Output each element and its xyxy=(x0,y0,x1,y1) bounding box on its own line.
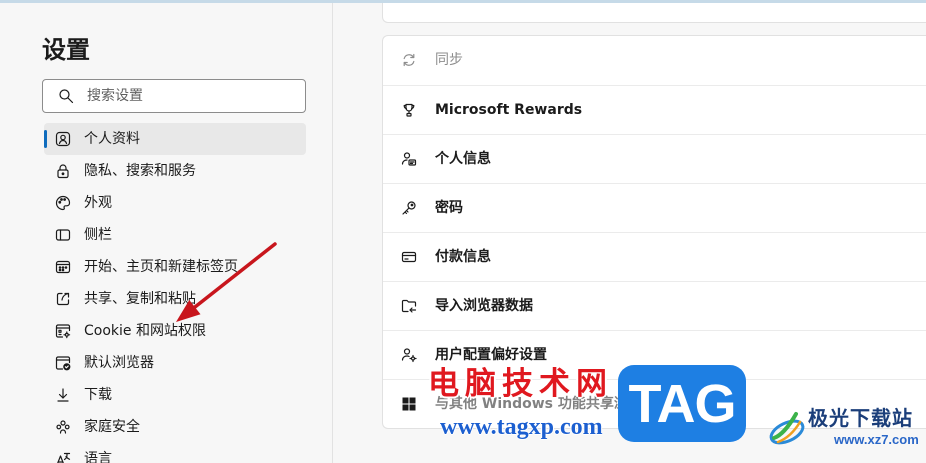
key-icon xyxy=(402,201,416,215)
start-page-icon xyxy=(55,260,71,274)
nav-item-label: 家庭安全 xyxy=(84,419,140,435)
tag-logo-text: TAG xyxy=(628,373,737,434)
nav-item-label: 下载 xyxy=(84,387,112,403)
site-permissions-icon xyxy=(55,324,71,339)
settings-row-label: Microsoft Rewards xyxy=(435,102,583,118)
nav-item-privacy[interactable]: 隐私、搜索和服务 xyxy=(44,155,306,187)
settings-row-label: 付款信息 xyxy=(435,249,491,265)
personal-info-icon xyxy=(401,152,417,166)
aurora-logo-icon xyxy=(769,412,805,445)
download-icon xyxy=(57,388,69,402)
settings-sidebar: 设置 个人资料 隐私、搜索和服务 外观 xyxy=(0,0,333,463)
nav-item-family-safety[interactable]: 家庭安全 xyxy=(44,411,306,443)
windows-icon xyxy=(402,397,416,411)
nav-item-label: 个人资料 xyxy=(84,131,140,147)
settings-row-label: 密码 xyxy=(435,200,463,216)
family-icon xyxy=(56,420,70,434)
settings-row-import-data[interactable]: 导入浏览器数据 xyxy=(383,281,926,330)
settings-row-personal-info[interactable]: 个人信息 xyxy=(383,134,926,183)
settings-row-passwords[interactable]: 密码 xyxy=(383,183,926,232)
nav-item-profiles[interactable]: 个人资料 xyxy=(44,123,306,155)
sync-icon xyxy=(403,53,415,67)
nav-item-label: 默认浏览器 xyxy=(84,355,154,371)
payment-card-icon xyxy=(401,251,417,263)
nav-item-label: 共享、复制和粘贴 xyxy=(84,291,196,307)
nav-item-share-copy-paste[interactable]: 共享、复制和粘贴 xyxy=(44,283,306,315)
search-box[interactable] xyxy=(42,79,306,113)
nav-item-downloads[interactable]: 下载 xyxy=(44,379,306,411)
nav-item-label: Cookie 和网站权限 xyxy=(84,323,206,339)
share-icon xyxy=(56,292,70,306)
watermark-tag-logo: TAG xyxy=(618,365,746,442)
selected-indicator xyxy=(44,130,47,148)
default-browser-icon xyxy=(55,356,71,371)
settings-nav: 个人资料 隐私、搜索和服务 外观 侧栏 开始、主页和新建标签页 共享、复制和粘贴… xyxy=(44,123,306,463)
settings-row-label: 导入浏览器数据 xyxy=(435,298,533,314)
watermark-download-site-name: 极光下载站 xyxy=(808,406,913,430)
watermark-site-name: 电脑技术网 xyxy=(428,366,613,402)
page-title: 设置 xyxy=(42,36,90,64)
settings-row-label: 同步 xyxy=(435,52,463,68)
settings-row-payment-info[interactable]: 付款信息 xyxy=(383,232,926,281)
sidebar-panel-icon xyxy=(55,229,71,241)
profile-preferences-icon xyxy=(401,348,417,363)
import-folder-icon xyxy=(401,299,417,313)
palette-icon xyxy=(55,195,71,211)
nav-item-label: 语言 xyxy=(84,451,112,463)
nav-item-languages[interactable]: 语言 xyxy=(44,443,306,463)
language-icon xyxy=(57,452,71,463)
search-input[interactable] xyxy=(87,80,297,112)
nav-item-default-browser[interactable]: 默认浏览器 xyxy=(44,347,306,379)
nav-item-cookies-permissions[interactable]: Cookie 和网站权限 xyxy=(44,315,306,347)
watermark-site-url: www.tagxp.com xyxy=(440,414,603,440)
nav-item-label: 隐私、搜索和服务 xyxy=(84,163,196,179)
nav-item-label: 外观 xyxy=(84,195,112,211)
window-top-strip xyxy=(0,0,926,3)
nav-item-appearance[interactable]: 外观 xyxy=(44,187,306,219)
profile-icon xyxy=(55,131,71,147)
settings-row-label: 个人信息 xyxy=(435,151,491,167)
trophy-icon xyxy=(403,103,415,117)
search-icon xyxy=(59,89,74,104)
watermark-download-site-url: www.xz7.com xyxy=(834,432,919,447)
nav-item-sidebar[interactable]: 侧栏 xyxy=(44,219,306,251)
lock-icon xyxy=(57,164,69,179)
nav-item-label: 开始、主页和新建标签页 xyxy=(84,259,238,275)
previous-settings-card xyxy=(382,0,926,23)
nav-item-start-home-newtab[interactable]: 开始、主页和新建标签页 xyxy=(44,251,306,283)
settings-row-sync[interactable]: 同步 xyxy=(383,36,926,85)
nav-item-label: 侧栏 xyxy=(84,227,112,243)
settings-row-microsoft-rewards[interactable]: Microsoft Rewards xyxy=(383,85,926,134)
